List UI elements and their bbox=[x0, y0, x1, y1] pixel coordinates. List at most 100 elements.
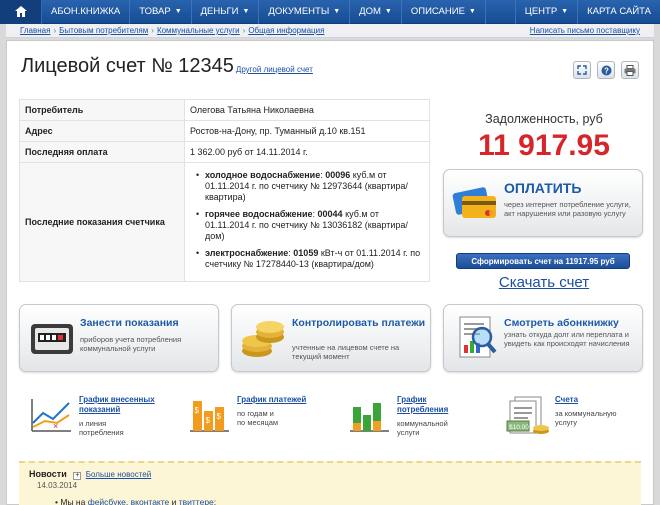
chevron-down-icon: ▼ bbox=[333, 8, 341, 15]
svg-text:$10.00: $10.00 bbox=[509, 424, 529, 431]
enter-readings-button[interactable]: Занести показания приборов учета потребл… bbox=[19, 304, 219, 372]
bills-icon: $10.00 bbox=[506, 396, 549, 434]
breadcrumb-general-info[interactable]: Общая информация bbox=[248, 26, 324, 35]
print-icon[interactable] bbox=[621, 61, 639, 79]
view-abon-book-desc: узнать откуда долг или переплата и увиде… bbox=[504, 330, 630, 348]
svg-text:$: $ bbox=[195, 406, 200, 415]
breadcrumb-utilities[interactable]: Коммунальные услуги bbox=[157, 26, 240, 35]
toolbar: ? bbox=[573, 61, 639, 79]
desc-line: услугу bbox=[555, 418, 578, 427]
news-item: • Мы на фейсбуке, вконтакте и твиттере; bbox=[55, 497, 216, 505]
news-text: и bbox=[169, 497, 179, 505]
consumption-graph-link[interactable]: График потребления коммунальной услуги bbox=[347, 395, 487, 445]
help-icon[interactable]: ? bbox=[597, 61, 615, 79]
reading-hot-water: горячее водоснабжение: 00044 куб.м от 01… bbox=[196, 209, 424, 242]
nav-sitemap[interactable]: КАРТА САЙТА bbox=[577, 0, 660, 24]
download-bill-link[interactable]: Скачать счет bbox=[444, 274, 644, 291]
reading-name: горячее водоснабжение bbox=[205, 209, 313, 219]
title-line: График внесенных bbox=[79, 395, 155, 404]
nav-house[interactable]: ДОМ ▼ bbox=[350, 0, 402, 24]
breadcrumb-separator: › bbox=[242, 26, 246, 35]
pay-title: ОПЛАТИТЬ bbox=[504, 180, 582, 196]
home-icon[interactable] bbox=[0, 0, 42, 24]
news-section: Новости + Больше новостей 14.03.2014 • М… bbox=[19, 461, 641, 505]
desc-line: и линия bbox=[79, 419, 107, 428]
nav-label: КАРТА САЙТА bbox=[587, 6, 651, 17]
bar-chart-icon bbox=[350, 403, 389, 432]
payments-graph-desc: по годам и по месяцам bbox=[237, 409, 278, 427]
desc-line: услуги bbox=[397, 428, 420, 437]
svg-text:?: ? bbox=[604, 66, 609, 75]
news-header: Новости + Больше новостей bbox=[29, 469, 151, 480]
payments-graph-link[interactable]: $ $ $ График платежей по годам и по месяц… bbox=[187, 395, 337, 445]
consumption-graph-desc: коммунальной услуги bbox=[397, 419, 448, 437]
control-payments-button[interactable]: Контролировать платежи учтенные на лицев… bbox=[231, 304, 431, 372]
readings-graph-title: График внесенных показаний bbox=[79, 395, 155, 414]
coins-icon bbox=[242, 321, 284, 357]
fullscreen-icon[interactable] bbox=[573, 61, 591, 79]
breadcrumb-home[interactable]: Главная bbox=[20, 26, 50, 35]
top-nav: АБОН.КНИЖКА ТОВАР ▼ ДЕНЬГИ ▼ ДОКУМЕНТЫ ▼ ДО… bbox=[0, 0, 660, 24]
readings-list: холодное водоснабжение: 00096 куб.м от 0… bbox=[190, 170, 424, 270]
more-news-link[interactable]: Больше новостей bbox=[86, 470, 151, 479]
facebook-link[interactable]: фейсбуке bbox=[88, 497, 126, 505]
nav-description[interactable]: ОПИСАНИЕ ▼ bbox=[402, 0, 486, 24]
chevron-down-icon: ▼ bbox=[242, 8, 250, 15]
news-text: ; bbox=[213, 497, 217, 505]
expand-plus-icon[interactable]: + bbox=[73, 472, 82, 480]
pay-description: через интернет потребление услуги, акт н… bbox=[504, 200, 631, 218]
desc-line: по месяцам bbox=[237, 418, 279, 427]
nav-label: ДОКУМЕНТЫ bbox=[268, 6, 330, 17]
chevron-down-icon: ▼ bbox=[384, 8, 392, 15]
last-payment-label: Последняя оплата bbox=[19, 141, 185, 163]
pay-button[interactable]: ОПЛАТИТЬ через интернет потребление услу… bbox=[443, 169, 643, 237]
nav-goods[interactable]: ТОВАР ▼ bbox=[130, 0, 192, 24]
account-info-table: Потребитель Олегова Татьяна Николаевна А… bbox=[19, 99, 430, 282]
nav-label: ТОВАР bbox=[139, 6, 171, 17]
nav-center[interactable]: ЦЕНТР ▼ bbox=[514, 0, 577, 24]
view-abon-book-title: Смотреть абонкнижку bbox=[504, 317, 619, 329]
generate-bill-button[interactable]: Сформировать счет на 11917.95 руб bbox=[456, 253, 630, 269]
line-chart-icon: × bbox=[31, 399, 71, 432]
document-magnifier-icon bbox=[459, 316, 497, 358]
write-supplier-link[interactable]: Написать письмо поставщику bbox=[530, 26, 640, 35]
nav-documents[interactable]: ДОКУМЕНТЫ ▼ bbox=[259, 0, 351, 24]
news-text: Мы на bbox=[60, 497, 88, 505]
news-label: Новости bbox=[29, 469, 67, 479]
consumer-label: Потребитель bbox=[19, 99, 185, 121]
chevron-down-icon: ▼ bbox=[174, 8, 182, 15]
nav-label: ОПИСАНИЕ bbox=[410, 6, 465, 17]
reading-name: холодное водоснабжение bbox=[205, 170, 321, 180]
chevron-down-icon: ▼ bbox=[468, 8, 476, 15]
bills-link[interactable]: $10.00 Счета за коммунальную услугу bbox=[505, 395, 645, 445]
chevron-down-icon: ▼ bbox=[561, 8, 569, 15]
nav-abon-book[interactable]: АБОН.КНИЖКА bbox=[42, 0, 131, 24]
reading-value: 01059 bbox=[293, 248, 319, 258]
view-abon-book-button[interactable]: Смотреть абонкнижку узнать откуда долг и… bbox=[443, 304, 643, 372]
breadcrumb-consumers[interactable]: Бытовым потребителям bbox=[59, 26, 148, 35]
readings-label: Последние показания счетчика bbox=[19, 162, 185, 282]
nav-label: АБОН.КНИЖКА bbox=[51, 6, 121, 17]
meter-icon bbox=[31, 324, 73, 354]
other-account-link[interactable]: Другой лицевой счет bbox=[236, 65, 313, 74]
vkontakte-link[interactable]: вконтакте bbox=[131, 497, 170, 505]
address-label: Адрес bbox=[19, 120, 185, 142]
nav-money[interactable]: ДЕНЬГИ ▼ bbox=[192, 0, 260, 24]
bills-title: Счета bbox=[555, 395, 579, 404]
readings-graph-link[interactable]: × График внесенных показаний и линия потре… bbox=[29, 395, 179, 445]
debt-amount: 11 917.95 bbox=[478, 129, 610, 162]
readings-cell: холодное водоснабжение: 00096 куб.м от 0… bbox=[184, 162, 430, 282]
debt-label: Задолженность, руб bbox=[485, 112, 603, 126]
twitter-link[interactable]: твиттере bbox=[179, 497, 214, 505]
readings-graph-desc: и линия потребления bbox=[79, 419, 124, 437]
last-payment-value: 1 362.00 руб от 14.11.2014 г. bbox=[184, 141, 430, 163]
reading-electricity: электроснабжение: 01059 кВт-ч от 01.11.2… bbox=[196, 248, 424, 270]
svg-text:×: × bbox=[53, 421, 58, 431]
control-payments-title: Контролировать платежи bbox=[292, 317, 426, 329]
desc-line: за коммунальную bbox=[555, 409, 617, 418]
desc-line: потребления bbox=[79, 428, 124, 437]
breadcrumb-separator: › bbox=[151, 26, 154, 35]
breadcrumb: Главная › Бытовым потребителям › Коммуна… bbox=[6, 24, 654, 38]
title-line: показаний bbox=[79, 404, 121, 414]
consumer-value: Олегова Татьяна Николаевна bbox=[184, 99, 430, 121]
